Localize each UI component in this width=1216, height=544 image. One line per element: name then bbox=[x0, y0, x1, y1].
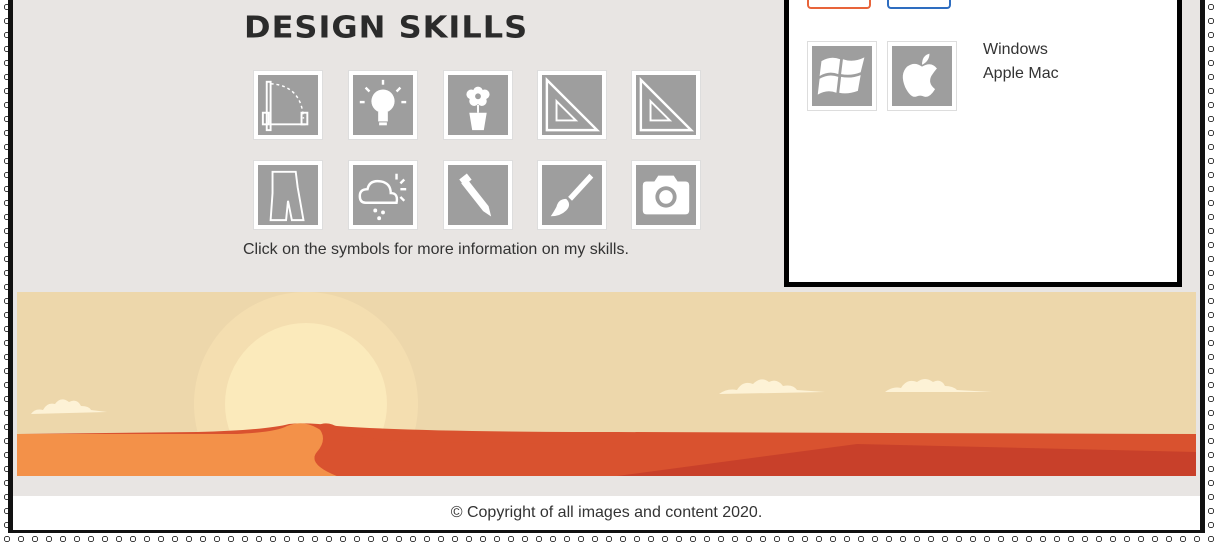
partial-tile-blue[interactable] bbox=[887, 0, 951, 9]
door-icon bbox=[261, 80, 309, 132]
desert-illustration bbox=[17, 292, 1196, 476]
os-label-windows: Windows bbox=[983, 41, 1048, 58]
set-square-icon bbox=[639, 76, 695, 132]
lightbulb-icon bbox=[359, 79, 407, 126]
pencil-icon bbox=[459, 173, 492, 217]
skills-note: Click on the symbols for more informatio… bbox=[243, 241, 629, 258]
skill-camera-icon[interactable] bbox=[631, 160, 701, 230]
skill-paintbrush-icon[interactable] bbox=[537, 160, 607, 230]
skill-garment-pattern-icon[interactable] bbox=[253, 160, 323, 230]
skill-weather-icon[interactable] bbox=[348, 160, 418, 230]
software-panel: Windows Apple Mac bbox=[784, 0, 1182, 287]
desert-banner bbox=[17, 292, 1196, 476]
weather-icon bbox=[358, 173, 407, 221]
flower-pot-icon bbox=[466, 86, 490, 131]
apple-icon bbox=[902, 53, 937, 97]
skill-pencil-icon[interactable] bbox=[443, 160, 513, 230]
set-square-icon bbox=[545, 76, 601, 132]
partial-tile-orange[interactable] bbox=[807, 0, 871, 9]
skill-set-square-icon[interactable] bbox=[537, 70, 607, 140]
camera-icon bbox=[642, 175, 690, 215]
skills-title: Design Skills bbox=[244, 8, 529, 46]
skill-set-square-icon-2[interactable] bbox=[631, 70, 701, 140]
paintbrush-icon bbox=[550, 173, 594, 217]
os-windows-tile[interactable] bbox=[807, 41, 877, 111]
copyright-text: © Copyright of all images and content 20… bbox=[450, 504, 763, 521]
os-label-mac: Apple Mac bbox=[983, 65, 1059, 82]
footer: © Copyright of all images and content 20… bbox=[13, 496, 1200, 530]
os-apple-tile[interactable] bbox=[887, 41, 957, 111]
garment-pattern-icon bbox=[269, 170, 305, 222]
skill-door-icon[interactable] bbox=[253, 70, 323, 140]
skill-flower-pot-icon[interactable] bbox=[443, 70, 513, 140]
windows-icon bbox=[817, 57, 865, 95]
skill-lightbulb-icon[interactable] bbox=[348, 70, 418, 140]
